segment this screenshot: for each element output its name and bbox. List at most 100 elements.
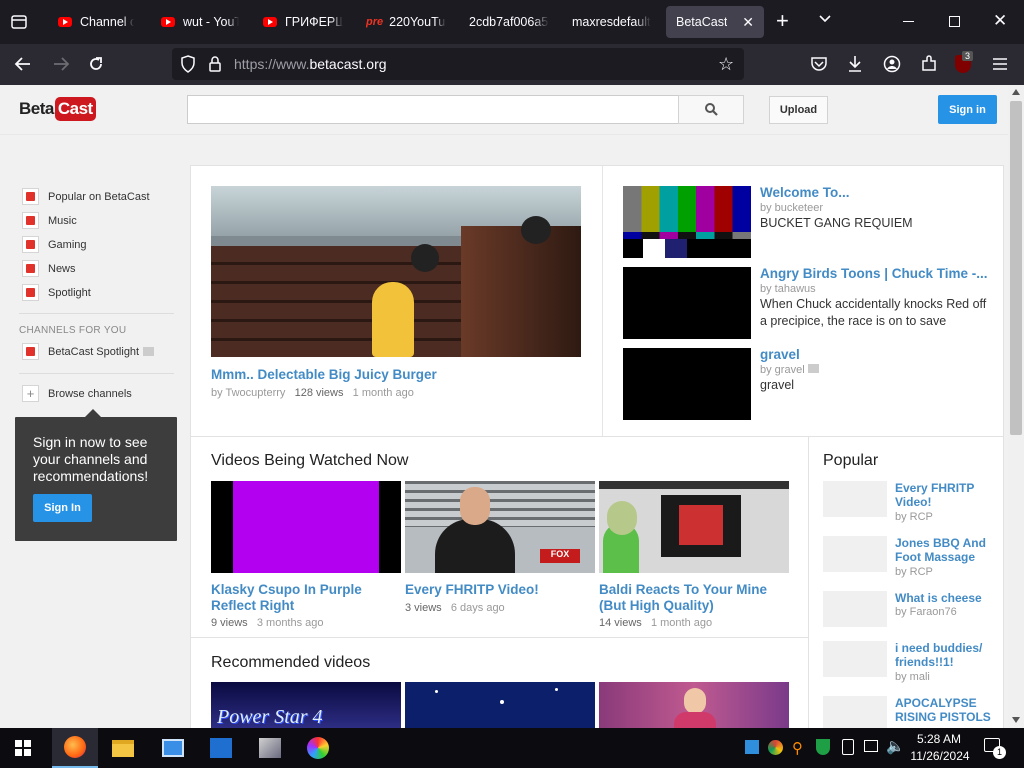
taskbar-app-blue[interactable] bbox=[150, 728, 196, 768]
watched-video-thumbnail[interactable] bbox=[599, 481, 789, 573]
menu-hamburger-icon[interactable] bbox=[992, 57, 1008, 74]
sign-in-promo: Sign in now to see your channels and rec… bbox=[15, 409, 177, 541]
watched-video-title[interactable]: Every FHRITP Video! bbox=[405, 582, 585, 598]
account-icon[interactable] bbox=[883, 55, 901, 76]
watched-video-title[interactable]: Klasky Csupo In Purple Reflect Right bbox=[211, 582, 391, 614]
reload-icon[interactable] bbox=[87, 55, 105, 76]
watched-video-thumbnail[interactable]: FOX bbox=[405, 481, 595, 573]
recommended-video-thumbnail[interactable]: Power Star 4 bbox=[211, 682, 401, 728]
tab-overflow-chevron-icon[interactable] bbox=[818, 13, 832, 27]
scroll-down-arrow-icon[interactable] bbox=[1012, 717, 1020, 723]
popular-thumbnail[interactable] bbox=[823, 536, 887, 572]
guide-item-news[interactable]: News bbox=[22, 260, 76, 277]
tab-close-icon[interactable]: ✕ bbox=[742, 14, 754, 31]
popular-video-title[interactable]: i need buddies/ friends!!1! bbox=[895, 641, 995, 669]
app-window-icon bbox=[162, 739, 184, 757]
featured-divider bbox=[602, 166, 603, 436]
tab-5[interactable]: 2cdb7af006a53 bbox=[469, 6, 549, 38]
side-video-title[interactable]: gravel bbox=[760, 347, 800, 363]
tab-list-icon[interactable] bbox=[8, 12, 30, 32]
tray-icon-1[interactable] bbox=[745, 740, 759, 754]
tray-security-icon[interactable] bbox=[816, 739, 830, 755]
verified-icon bbox=[807, 364, 819, 373]
side-video-thumbnail[interactable] bbox=[623, 186, 751, 258]
folder-icon bbox=[112, 739, 134, 757]
headphones-icon bbox=[22, 212, 39, 229]
plus-circle-icon: + bbox=[22, 385, 39, 402]
featured-video-title[interactable]: Mmm.. Delectable Big Juicy Burger bbox=[211, 367, 437, 383]
side-video-thumbnail[interactable] bbox=[623, 348, 751, 420]
side-video-title[interactable]: Angry Birds Toons | Chuck Time -... bbox=[760, 266, 990, 282]
tray-clipboard-icon[interactable] bbox=[842, 739, 854, 755]
popular-video-title[interactable]: APOCALYPSE RISING PISTOLS bbox=[895, 696, 995, 724]
taskbar-file-explorer[interactable] bbox=[100, 728, 146, 768]
tray-chrome-icon[interactable] bbox=[768, 740, 783, 755]
tray-usb-icon[interactable] bbox=[864, 740, 878, 752]
featured-author-link[interactable]: Twocupterry bbox=[225, 387, 285, 399]
recommended-video-thumbnail[interactable] bbox=[599, 682, 789, 728]
side-video-author: by tahawus bbox=[760, 283, 816, 295]
recommended-video-thumbnail[interactable] bbox=[405, 682, 595, 728]
tray-search-icon[interactable]: ⚲ bbox=[792, 739, 803, 757]
tab-betacast-active[interactable]: BetaCast ✕ bbox=[666, 6, 764, 38]
forward-arrow-icon[interactable] bbox=[52, 55, 70, 76]
guide-item-betacast-spotlight[interactable]: BetaCast Spotlight bbox=[22, 343, 155, 360]
site-header: Beta Cast Upload Sign in bbox=[0, 85, 1008, 135]
downloads-icon[interactable] bbox=[847, 55, 863, 76]
watched-video-title[interactable]: Baldi Reacts To Your Mine (But High Qual… bbox=[599, 582, 789, 614]
sign-in-button[interactable]: Sign in bbox=[938, 95, 997, 124]
taskbar-firefox[interactable] bbox=[52, 728, 98, 768]
bookmark-star-icon[interactable]: ☆ bbox=[718, 54, 734, 75]
popular-video-title[interactable]: Every FHRITP Video! bbox=[895, 481, 995, 509]
featured-video-thumbnail[interactable] bbox=[211, 186, 581, 357]
popular-thumbnail[interactable] bbox=[823, 481, 887, 517]
guide-item-music[interactable]: Music bbox=[22, 212, 77, 229]
taskbar-media-player[interactable] bbox=[198, 728, 244, 768]
window-close-icon[interactable]: ✕ bbox=[993, 11, 1007, 31]
side-video-thumbnail[interactable] bbox=[623, 267, 751, 339]
shield-icon[interactable] bbox=[180, 55, 196, 76]
restore-icon[interactable] bbox=[949, 16, 960, 27]
clock-time[interactable]: 5:28 AM bbox=[914, 732, 964, 746]
tray-volume-icon[interactable]: 🔈 bbox=[886, 737, 905, 755]
popular-video-title[interactable]: Jones BBQ And Foot Massage bbox=[895, 536, 995, 564]
address-bar[interactable]: https://www.betacast.org ☆ bbox=[172, 48, 744, 80]
side-video-title[interactable]: Welcome To... bbox=[760, 185, 990, 201]
extensions-puzzle-icon[interactable] bbox=[920, 55, 938, 76]
popular-video-title[interactable]: What is cheese bbox=[895, 591, 995, 605]
start-button[interactable] bbox=[0, 728, 46, 768]
tab-6[interactable]: maxresdefault bbox=[572, 6, 654, 38]
url-text[interactable]: https://www.betacast.org bbox=[234, 56, 387, 72]
search-input[interactable] bbox=[187, 95, 679, 124]
tab-4[interactable]: pre 220YouTub bbox=[366, 6, 446, 38]
tab-3[interactable]: ГРИФЕРШ bbox=[263, 6, 343, 38]
search-button[interactable] bbox=[678, 95, 744, 124]
lock-icon[interactable] bbox=[208, 56, 222, 75]
tab-1[interactable]: Channel co bbox=[58, 6, 134, 38]
minimize-icon[interactable] bbox=[903, 21, 914, 22]
side-video-description: When Chuck accidentally knocks Red off a… bbox=[760, 297, 987, 328]
new-tab-icon[interactable]: + bbox=[776, 10, 789, 32]
taskbar-system-app[interactable] bbox=[247, 728, 293, 768]
page-scrollbar[interactable] bbox=[1008, 85, 1024, 728]
taskbar-color-app[interactable] bbox=[295, 728, 341, 768]
guide-item-gaming[interactable]: Gaming bbox=[22, 236, 87, 253]
guide-item-popular[interactable]: Popular on BetaCast bbox=[22, 188, 150, 205]
browse-channels-link[interactable]: + Browse channels bbox=[22, 385, 132, 402]
watched-video-thumbnail[interactable] bbox=[211, 481, 401, 573]
promo-sign-in-button[interactable]: Sign In bbox=[33, 494, 92, 522]
tab-2[interactable]: wut - YouT bbox=[161, 6, 239, 38]
guide-item-spotlight[interactable]: Spotlight bbox=[22, 284, 91, 301]
youtube-icon bbox=[58, 17, 72, 27]
back-arrow-icon[interactable] bbox=[14, 55, 32, 76]
pocket-icon[interactable] bbox=[810, 56, 828, 75]
popular-video-author: by RCP bbox=[895, 511, 933, 523]
popular-thumbnail[interactable] bbox=[823, 696, 887, 728]
scrollbar-thumb[interactable] bbox=[1010, 101, 1022, 435]
scroll-up-arrow-icon[interactable] bbox=[1012, 89, 1020, 95]
clock-date[interactable]: 11/26/2024 bbox=[910, 749, 970, 763]
popular-thumbnail[interactable] bbox=[823, 591, 887, 627]
upload-button[interactable]: Upload bbox=[769, 96, 828, 124]
betacast-logo[interactable]: Beta Cast bbox=[19, 95, 96, 123]
popular-thumbnail[interactable] bbox=[823, 641, 887, 677]
